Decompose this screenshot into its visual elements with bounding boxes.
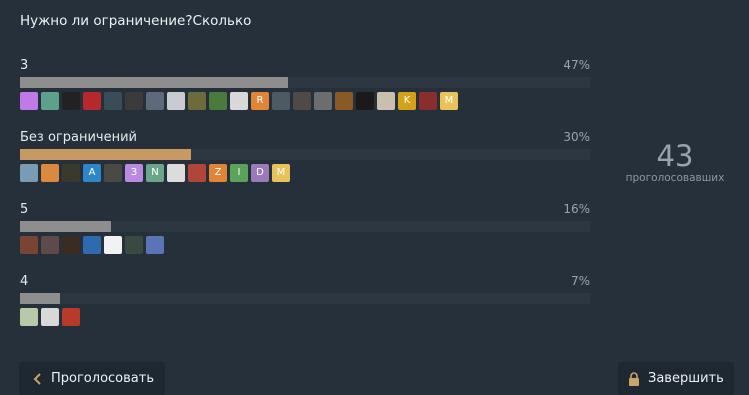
voter-avatar[interactable] xyxy=(41,236,59,254)
option-bar-track xyxy=(20,293,590,304)
voter-avatar[interactable] xyxy=(62,308,80,326)
voter-avatar[interactable] xyxy=(377,92,395,110)
voter-avatar[interactable] xyxy=(167,164,185,182)
vote-button-label: Проголосовать xyxy=(51,371,154,386)
voter-avatar[interactable] xyxy=(20,92,38,110)
option-percent: 7% xyxy=(570,274,590,288)
option-bar-track xyxy=(20,221,590,232)
voter-avatar[interactable]: A xyxy=(83,164,101,182)
voter-avatar[interactable]: I xyxy=(230,164,248,182)
voter-avatar[interactable] xyxy=(62,236,80,254)
voter-avatar[interactable] xyxy=(188,92,206,110)
voter-avatar[interactable] xyxy=(314,92,332,110)
voter-avatar[interactable] xyxy=(41,92,59,110)
option-label: 4 xyxy=(20,274,29,289)
voter-avatar[interactable] xyxy=(230,92,248,110)
vote-button[interactable]: Проголосовать xyxy=(19,362,165,395)
voter-avatar[interactable]: D xyxy=(251,164,269,182)
option-label: 3 xyxy=(20,58,29,73)
voter-avatar[interactable]: R xyxy=(251,92,269,110)
voter-avatar[interactable] xyxy=(209,92,227,110)
option-percent: 47% xyxy=(563,58,590,72)
voter-avatar[interactable]: M xyxy=(272,164,290,182)
voter-avatar[interactable] xyxy=(272,92,290,110)
voter-avatar[interactable] xyxy=(20,308,38,326)
voter-avatar[interactable] xyxy=(293,92,311,110)
voter-avatar[interactable] xyxy=(20,164,38,182)
voter-avatar[interactable] xyxy=(83,92,101,110)
voter-avatar[interactable] xyxy=(83,236,101,254)
option-bar-track xyxy=(20,77,590,88)
voter-avatar[interactable] xyxy=(20,236,38,254)
option-label: Без ограничений xyxy=(20,130,137,145)
poll-options: 3 47% RKM Без ограничений 30% AЗNZIDM 5 … xyxy=(20,57,590,345)
option-bar-fill xyxy=(20,221,112,232)
voter-avatars xyxy=(20,308,80,326)
voter-avatar[interactable] xyxy=(62,92,80,110)
lock-icon xyxy=(629,371,639,386)
option-bar-fill xyxy=(20,149,191,160)
poll-option[interactable]: Без ограничений 30% A ЗN ZIDM xyxy=(20,129,590,201)
poll-option[interactable]: 5 16% xyxy=(20,201,590,273)
finish-button-label: Завершить xyxy=(648,371,724,386)
total-votes-count: 43 xyxy=(656,139,694,173)
voter-avatar[interactable] xyxy=(62,164,80,182)
option-percent: 16% xyxy=(563,202,590,216)
option-percent: 30% xyxy=(563,130,590,144)
voter-avatar[interactable] xyxy=(335,92,353,110)
voter-avatar[interactable] xyxy=(41,164,59,182)
voter-avatar[interactable]: З xyxy=(125,164,143,182)
total-votes: 43 проголосовавших xyxy=(615,138,735,184)
voter-avatar[interactable] xyxy=(41,308,59,326)
voter-avatars: RKM xyxy=(20,92,458,110)
voter-avatar[interactable] xyxy=(104,164,122,182)
voter-avatar[interactable]: M xyxy=(440,92,458,110)
chevron-left-icon xyxy=(33,372,41,385)
option-bar-track xyxy=(20,149,590,160)
voter-avatars xyxy=(20,236,164,254)
total-votes-label: проголосовавших xyxy=(625,172,725,184)
voter-avatar[interactable] xyxy=(188,164,206,182)
voter-avatar[interactable] xyxy=(146,236,164,254)
voter-avatar[interactable] xyxy=(419,92,437,110)
poll-question: Нужно ли ограничение?Сколько xyxy=(20,13,252,29)
option-label: 5 xyxy=(20,202,29,217)
voter-avatar[interactable] xyxy=(104,236,122,254)
voter-avatar[interactable] xyxy=(146,92,164,110)
poll-option[interactable]: 3 47% R K M xyxy=(20,57,590,129)
voter-avatar[interactable] xyxy=(125,236,143,254)
option-bar-fill xyxy=(20,293,60,304)
voter-avatar[interactable] xyxy=(356,92,374,110)
option-bar-fill xyxy=(20,77,288,88)
voter-avatar[interactable]: Z xyxy=(209,164,227,182)
voter-avatar[interactable]: K xyxy=(398,92,416,110)
voter-avatars: A ЗN ZIDM xyxy=(20,164,290,182)
voter-avatar[interactable] xyxy=(125,92,143,110)
poll-option[interactable]: 4 7% xyxy=(20,273,590,345)
finish-button[interactable]: Завершить xyxy=(618,362,734,395)
voter-avatar[interactable]: N xyxy=(146,164,164,182)
voter-avatar[interactable] xyxy=(167,92,185,110)
voter-avatar[interactable] xyxy=(104,92,122,110)
